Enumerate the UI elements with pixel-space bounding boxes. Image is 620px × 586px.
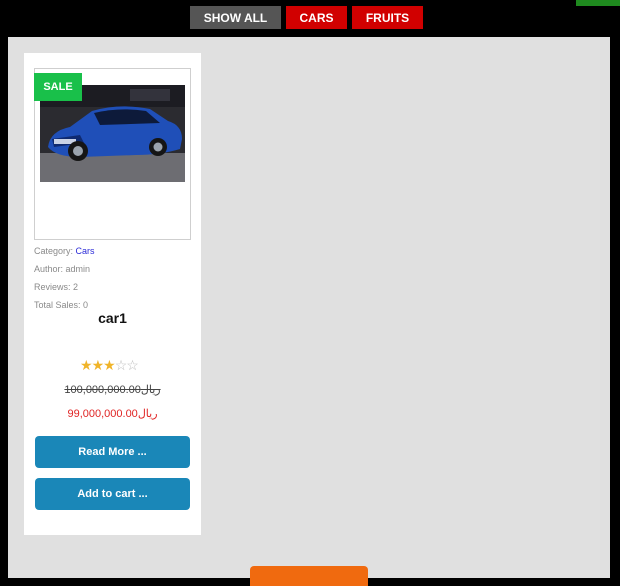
star-empty-icon: ☆	[114, 357, 128, 373]
star-filled-icon: ★	[103, 357, 116, 373]
category-label: Category:	[34, 246, 74, 256]
star-filled-icon: ★	[80, 357, 93, 373]
category-line: Category: Cars	[34, 246, 95, 256]
load-more-button[interactable]	[250, 566, 368, 586]
add-to-cart-button[interactable]: Add to cart ...	[35, 478, 190, 510]
product-image-frame[interactable]: SALE	[34, 68, 191, 240]
filter-fruits-button[interactable]: FRUITS	[352, 6, 423, 29]
reviews-label: Reviews:	[34, 282, 71, 292]
star-rating: ★★★☆☆	[80, 357, 139, 374]
reviews-line: Reviews: 2	[34, 282, 78, 292]
product-card: SALE Category: Cars Author: admin Review…	[24, 53, 201, 535]
filter-bar: SHOW ALL CARS FRUITS	[0, 0, 620, 37]
product-title[interactable]: car1	[24, 310, 201, 326]
star-filled-icon: ★	[91, 357, 105, 373]
author-line: Author: admin	[34, 264, 90, 274]
category-link[interactable]: Cars	[76, 246, 95, 256]
total-sales-value: 0	[83, 300, 89, 310]
sale-price: 99,000,000.00ریال	[67, 408, 158, 420]
reviews-value: 2	[73, 282, 79, 292]
product-grid: SALE Category: Cars Author: admin Review…	[8, 37, 610, 586]
sale-badge: SALE	[34, 73, 82, 101]
filter-cars-button[interactable]: CARS	[286, 6, 347, 29]
author-label: Author:	[34, 264, 64, 274]
filter-show-all-button[interactable]: SHOW ALL	[190, 6, 281, 29]
regular-price: 100,000,000.00ریال	[64, 384, 161, 396]
author-value: admin	[65, 264, 91, 274]
read-more-button[interactable]: Read More ...	[35, 436, 190, 468]
corner-accent	[576, 0, 620, 6]
total-sales-label: Total Sales:	[34, 300, 81, 310]
star-empty-icon: ☆	[126, 357, 139, 373]
total-sales-line: Total Sales: 0	[34, 300, 88, 310]
